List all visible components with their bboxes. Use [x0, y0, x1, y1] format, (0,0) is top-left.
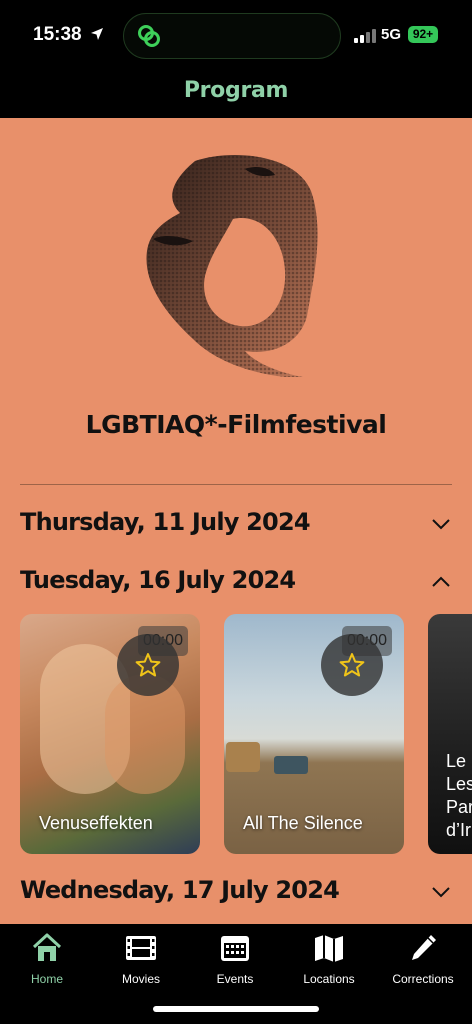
- dynamic-island[interactable]: [123, 13, 341, 59]
- event-card[interactable]: 00:00 All The Silence: [224, 614, 404, 854]
- link-chain-icon: [138, 25, 160, 47]
- chevron-up-icon: [432, 576, 450, 587]
- location-arrow-icon: [91, 28, 103, 40]
- film-icon: [126, 936, 156, 960]
- tab-label: Events: [216, 972, 254, 986]
- day-row-wednesday[interactable]: Wednesday, 17 July 2024: [20, 872, 452, 912]
- status-time: 15:38: [33, 24, 82, 45]
- star-outline-icon: [135, 653, 161, 677]
- tab-movies[interactable]: Movies: [94, 932, 188, 992]
- day-label: Tuesday, 16 July 2024: [20, 566, 296, 594]
- day-label: Thursday, 11 July 2024: [20, 508, 311, 536]
- day-row-tuesday[interactable]: Tuesday, 16 July 2024: [20, 562, 452, 602]
- poster-image: [226, 742, 260, 772]
- festival-name: LGBTIAQ*-Filmfestival: [85, 410, 387, 439]
- event-title: All The Silence: [243, 813, 363, 833]
- pencil-icon: [412, 935, 436, 960]
- day-row-thursday[interactable]: Thursday, 11 July 2024: [20, 504, 452, 544]
- tab-corrections[interactable]: Corrections: [376, 932, 470, 992]
- tab-locations[interactable]: Locations: [282, 932, 376, 992]
- home-indicator[interactable]: [153, 1006, 319, 1012]
- tab-events[interactable]: Events: [188, 932, 282, 992]
- event-card-partial[interactable]: Le Les Par d’Ir: [428, 614, 472, 854]
- tab-label: Home: [30, 972, 63, 986]
- calendar-icon: [221, 936, 249, 961]
- poster-image: [274, 756, 308, 774]
- page-title: Program: [183, 78, 289, 103]
- event-card[interactable]: 00:00 Venuseffekten: [20, 614, 200, 854]
- battery-icon: 92+: [408, 26, 438, 43]
- day-label: Wednesday, 17 July 2024: [20, 876, 340, 904]
- chevron-down-icon: [432, 519, 450, 530]
- favorite-button[interactable]: [117, 634, 179, 696]
- divider: [20, 484, 452, 485]
- program-content[interactable]: LGBTIAQ*-Filmfestival Thursday, 11 July …: [0, 118, 472, 924]
- tab-label: Locations: [303, 972, 355, 986]
- star-outline-icon: [339, 653, 365, 677]
- event-cards-carousel[interactable]: 00:00 Venuseffekten 00:00 All The Silenc…: [20, 614, 472, 854]
- favorite-button[interactable]: [321, 634, 383, 696]
- network-type: 5G: [381, 26, 402, 43]
- chevron-down-icon: [432, 887, 450, 898]
- event-title: Venuseffekten: [39, 813, 153, 833]
- tab-home[interactable]: Home: [0, 932, 94, 992]
- festival-logo-face-icon: [146, 154, 318, 377]
- map-icon: [315, 935, 343, 962]
- home-icon: [32, 933, 62, 961]
- tab-label: Movies: [121, 972, 160, 986]
- tab-label: Corrections: [392, 972, 454, 986]
- signal-strength-icon: [354, 29, 376, 43]
- event-title-partial: Le Les Par d’Ir: [446, 751, 472, 840]
- nav-header: Program: [0, 70, 472, 118]
- status-bar: 15:38 5G 92+: [0, 0, 472, 70]
